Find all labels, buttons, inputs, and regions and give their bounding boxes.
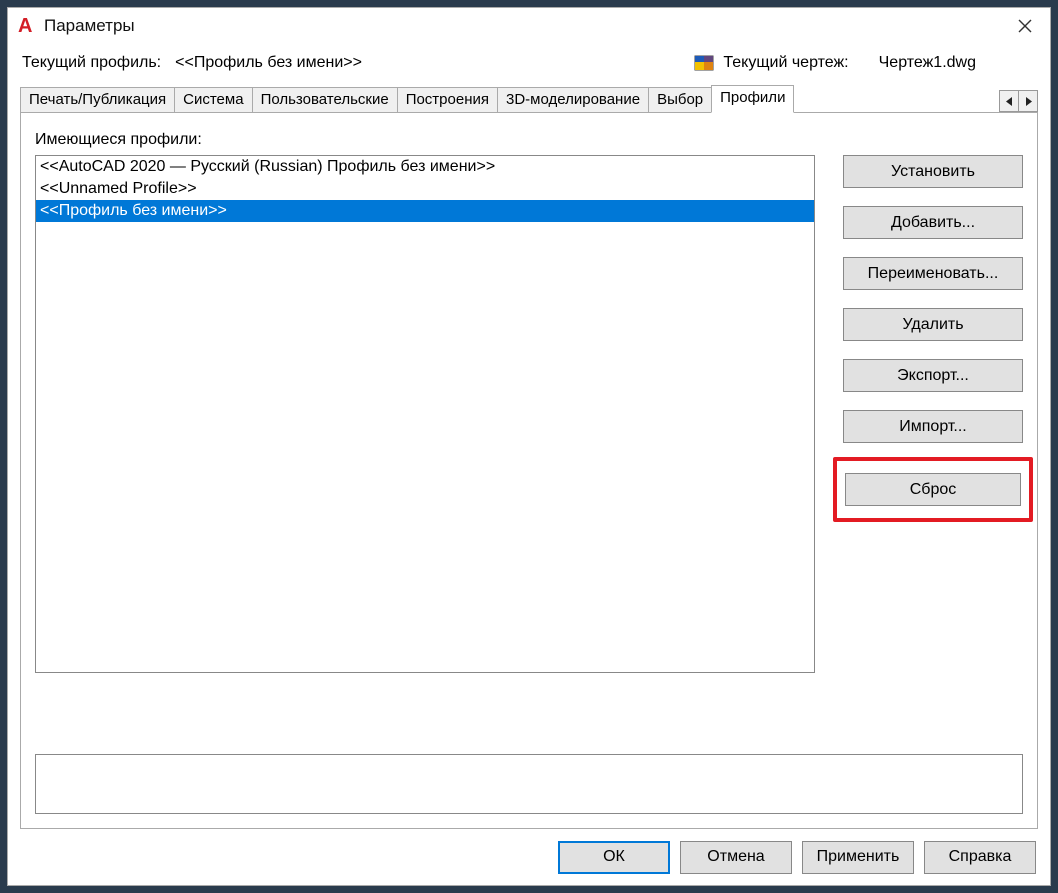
tab-user[interactable]: Пользовательские [252, 87, 398, 113]
import-button[interactable]: Импорт... [843, 410, 1023, 443]
profile-item[interactable]: <<AutoCAD 2020 — Русский (Russian) Профи… [36, 156, 814, 178]
reset-highlight: Сброс [833, 457, 1033, 522]
tab-nav-left[interactable] [999, 90, 1019, 112]
help-button[interactable]: Справка [924, 841, 1036, 874]
current-drawing-label: Текущий чертеж: [723, 54, 848, 72]
autocad-icon: A [18, 17, 36, 35]
current-profile-value: <<Профиль без имени>> [175, 54, 362, 72]
tab-system[interactable]: Система [174, 87, 252, 113]
chevron-left-icon [1006, 97, 1013, 106]
profiles-list-label: Имеющиеся профили: [35, 131, 1023, 149]
export-button[interactable]: Экспорт... [843, 359, 1023, 392]
cancel-button[interactable]: Отмена [680, 841, 792, 874]
current-profile-label: Текущий профиль: [22, 54, 161, 72]
footer: ОК Отмена Применить Справка [8, 829, 1050, 885]
close-icon [1018, 19, 1032, 33]
window-title: Параметры [44, 16, 135, 36]
profile-item[interactable]: <<Unnamed Profile>> [36, 178, 814, 200]
side-buttons: Установить Добавить... Переименовать... … [843, 155, 1023, 700]
titlebar: A Параметры [8, 8, 1050, 44]
tab-3d-modeling[interactable]: 3D-моделирование [497, 87, 649, 113]
tab-nav-right[interactable] [1018, 90, 1038, 112]
add-button[interactable]: Добавить... [843, 206, 1023, 239]
profile-item[interactable]: <<Профиль без имени>> [36, 200, 814, 222]
profiles-area: <<AutoCAD 2020 — Русский (Russian) Профи… [35, 155, 1023, 700]
apply-button[interactable]: Применить [802, 841, 914, 874]
description-box [35, 754, 1023, 814]
tab-print-publish[interactable]: Печать/Публикация [20, 87, 175, 113]
tabs-row: Печать/Публикация Система Пользовательск… [8, 84, 1050, 112]
ok-button[interactable]: ОК [558, 841, 670, 874]
tab-profiles[interactable]: Профили [711, 85, 794, 113]
tab-selection[interactable]: Выбор [648, 87, 712, 113]
header-row: Текущий профиль: <<Профиль без имени>> Т… [8, 44, 1050, 84]
chevron-right-icon [1025, 97, 1032, 106]
tab-drafting[interactable]: Построения [397, 87, 498, 113]
profiles-list[interactable]: <<AutoCAD 2020 — Русский (Russian) Профи… [35, 155, 815, 673]
options-dialog: A Параметры Текущий профиль: <<Профиль б… [7, 7, 1051, 886]
reset-button[interactable]: Сброс [845, 473, 1021, 506]
tab-content-profiles: Имеющиеся профили: <<AutoCAD 2020 — Русс… [20, 112, 1038, 829]
rename-button[interactable]: Переименовать... [843, 257, 1023, 290]
close-button[interactable] [1010, 11, 1040, 41]
tab-nav [1000, 90, 1038, 112]
current-drawing-value: Чертеж1.dwg [879, 54, 976, 72]
set-current-button[interactable]: Установить [843, 155, 1023, 188]
delete-button[interactable]: Удалить [843, 308, 1023, 341]
drawing-icon [693, 52, 715, 74]
